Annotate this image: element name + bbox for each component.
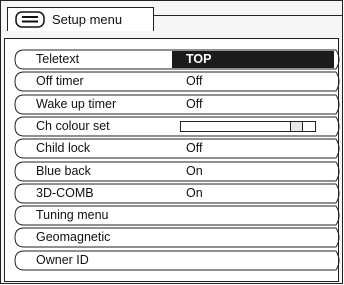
menu-item-label: Child lock: [36, 141, 91, 156]
title-tab: Setup menu: [7, 7, 154, 31]
menu-item-blue-back[interactable]: Blue back On: [14, 161, 340, 182]
tv-screen-icon: [15, 11, 45, 28]
menu-item-label: Off timer: [36, 74, 84, 89]
menu-item-value: On: [186, 163, 203, 178]
menu-item-wake-up-timer[interactable]: Wake up timer Off: [14, 94, 340, 115]
menu-item-label: Blue back: [36, 163, 91, 178]
menu-item-label: Teletext: [36, 52, 80, 66]
menu-item-owner-id[interactable]: Owner ID: [14, 250, 340, 271]
selected-value-highlight[interactable]: TOP: [172, 51, 334, 68]
menu-item-value: Off: [186, 141, 203, 156]
menu-item-child-lock[interactable]: Child lock Off: [14, 138, 340, 159]
menu-item-value: Off: [186, 74, 203, 89]
menu-item-off-timer[interactable]: Off timer Off: [14, 71, 340, 92]
menu-item-value: Off: [186, 96, 203, 111]
menu-item-label: Wake up timer: [36, 96, 117, 111]
menu-item-label: Owner ID: [36, 252, 89, 267]
header-divider: [153, 15, 343, 16]
menu-item-teletext[interactable]: Teletext TOP: [14, 49, 340, 70]
menu-item-tuning-menu[interactable]: Tuning menu: [14, 205, 340, 226]
slider-knob[interactable]: [289, 120, 303, 132]
menu-item-label: Ch colour set: [36, 118, 110, 133]
menu-item-geomagnetic[interactable]: Geomagnetic: [14, 227, 340, 248]
page-title: Setup menu: [52, 12, 123, 27]
menu-item-label: Geomagnetic: [36, 230, 111, 245]
menu-item-label: 3D-COMB: [36, 185, 94, 200]
menu-item-value: On: [186, 185, 203, 200]
menu-item-label: Tuning menu: [36, 208, 109, 223]
colour-slider[interactable]: [180, 120, 316, 132]
menu-item-3d-comb[interactable]: 3D-COMB On: [14, 183, 340, 204]
menu-item-ch-colour-set[interactable]: Ch colour set: [14, 116, 340, 137]
